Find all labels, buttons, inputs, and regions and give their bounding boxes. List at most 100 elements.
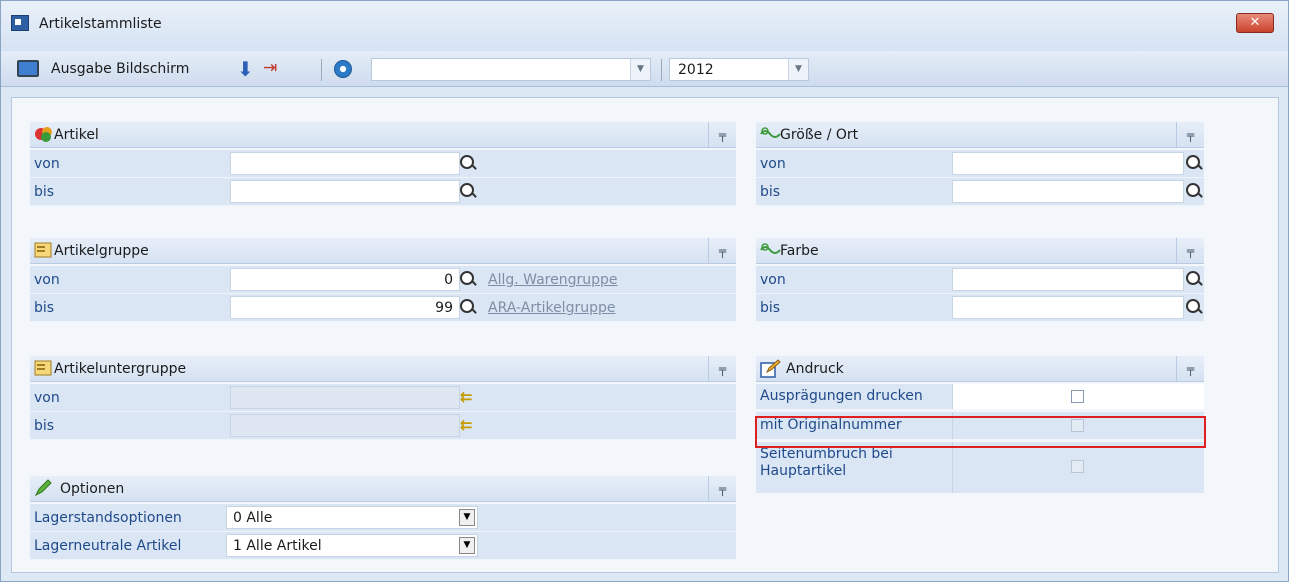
groesse-von-input[interactable] bbox=[952, 152, 1184, 175]
row-von: von bbox=[30, 150, 736, 178]
panel-header: Größe / Ort ╤ bbox=[756, 122, 1204, 148]
close-button[interactable]: ✕ bbox=[1236, 13, 1274, 33]
option-seitenumbruch: Seitenumbruch bei Hauptartikel bbox=[756, 442, 1204, 494]
seitenumbruch-checkbox[interactable] bbox=[1071, 460, 1084, 473]
panel-title: Artikelgruppe bbox=[54, 243, 149, 259]
output-target-button[interactable]: Ausgabe Bildschirm bbox=[51, 61, 189, 77]
year-combo-value: 2012 bbox=[678, 62, 714, 78]
auspraegungen-drucken-checkbox[interactable] bbox=[1071, 390, 1084, 403]
artikelgruppe-bis-input[interactable]: 99 bbox=[230, 296, 460, 319]
pin-icon[interactable]: ╤ bbox=[1176, 122, 1204, 148]
row-von: von bbox=[756, 266, 1204, 294]
search-icon[interactable] bbox=[1186, 271, 1200, 285]
toolbar-separator bbox=[321, 59, 322, 81]
panel-artikel: Artikel ╤ von bis bbox=[30, 122, 736, 208]
field-label: bis bbox=[760, 300, 781, 316]
search-icon[interactable] bbox=[1186, 299, 1200, 313]
row-bis: bis bbox=[756, 294, 1204, 322]
panel-header: Farbe ╤ bbox=[756, 238, 1204, 264]
field-label: bis bbox=[34, 300, 55, 316]
lagerneutrale-artikel-select[interactable]: 1 Alle Artikel ▼ bbox=[226, 534, 478, 557]
artikelgruppe-von-input[interactable]: 0 bbox=[230, 268, 460, 291]
pin-icon[interactable]: ╤ bbox=[708, 238, 736, 264]
filter-combo[interactable]: ▼ bbox=[371, 58, 651, 81]
year-combo[interactable]: 2012 ▼ bbox=[669, 58, 809, 81]
pin-icon[interactable]: ╤ bbox=[708, 122, 736, 148]
search-icon[interactable] bbox=[460, 299, 474, 313]
lagerstandsoptionen-select[interactable]: 0 Alle ▼ bbox=[226, 506, 478, 529]
chevron-down-icon[interactable]: ▼ bbox=[630, 59, 650, 80]
link-icon bbox=[760, 125, 781, 143]
field-label: bis bbox=[34, 184, 55, 200]
panel-header: Optionen ╤ bbox=[30, 476, 736, 502]
edit-icon bbox=[760, 359, 781, 378]
group-icon bbox=[34, 359, 54, 377]
panel-artikeluntergruppe: Artikeluntergruppe ╤ von ⇇ bis ⇇ bbox=[30, 356, 736, 442]
panel-title: Optionen bbox=[60, 481, 125, 497]
field-label: von bbox=[34, 156, 60, 172]
chevron-down-icon[interactable]: ▼ bbox=[788, 59, 808, 80]
exit-door-icon[interactable]: ⇥ bbox=[263, 58, 277, 78]
select-value: 1 Alle Artikel bbox=[233, 538, 322, 554]
field-label: von bbox=[34, 390, 60, 406]
panel-farbe: Farbe ╤ von bis bbox=[756, 238, 1204, 324]
search-icon[interactable] bbox=[1186, 155, 1200, 169]
farbe-bis-input[interactable] bbox=[952, 296, 1184, 319]
insert-arrow-icon[interactable]: ⇇ bbox=[460, 388, 473, 406]
row-von: von 0 Allg. Warengruppe bbox=[30, 266, 736, 294]
search-icon[interactable] bbox=[460, 271, 474, 285]
app-window-icon bbox=[11, 15, 29, 31]
row-bis: bis bbox=[756, 178, 1204, 206]
input-value: 99 bbox=[435, 300, 453, 316]
field-label: bis bbox=[34, 418, 55, 434]
panel-header: Artikeluntergruppe ╤ bbox=[30, 356, 736, 382]
artikeluntergruppe-von-input bbox=[230, 386, 460, 409]
farbe-von-input[interactable] bbox=[952, 268, 1184, 291]
group-name-link[interactable]: ARA-Artikelgruppe bbox=[488, 300, 615, 316]
pin-icon[interactable]: ╤ bbox=[708, 356, 736, 382]
row-von: von ⇇ bbox=[30, 384, 736, 412]
input-value: 0 bbox=[444, 272, 453, 288]
field-label: Lagerstandsoptionen bbox=[34, 510, 182, 526]
pin-icon[interactable]: ╤ bbox=[1176, 238, 1204, 264]
panel-header: Andruck ╤ bbox=[756, 356, 1204, 382]
row-bis: bis 99 ARA-Artikelgruppe bbox=[30, 294, 736, 322]
insert-arrow-icon[interactable]: ⇇ bbox=[460, 416, 473, 434]
search-icon[interactable] bbox=[460, 183, 474, 197]
artikel-von-input[interactable] bbox=[230, 152, 460, 175]
toolbar-separator bbox=[661, 59, 662, 81]
search-icon[interactable] bbox=[460, 155, 474, 169]
down-arrow-icon[interactable]: ⬇ bbox=[237, 57, 254, 81]
field-label: bis bbox=[760, 184, 781, 200]
group-icon bbox=[34, 241, 54, 259]
select-value: 0 Alle bbox=[233, 510, 273, 526]
panel-artikelgruppe: Artikelgruppe ╤ von 0 Allg. Warengruppe … bbox=[30, 238, 736, 324]
checkbox-cell bbox=[952, 384, 1204, 409]
search-icon[interactable] bbox=[1186, 183, 1200, 197]
panel-title: Größe / Ort bbox=[780, 127, 859, 143]
panel-title: Farbe bbox=[780, 243, 819, 259]
pin-icon[interactable]: ╤ bbox=[1176, 356, 1204, 382]
field-label: Lagerneutrale Artikel bbox=[34, 538, 182, 554]
option-label: Seitenumbruch bei Hauptartikel bbox=[760, 446, 893, 479]
panel-header: Artikel ╤ bbox=[30, 122, 736, 148]
option-auspraegungen-drucken: Ausprägungen drucken bbox=[756, 384, 1204, 410]
pin-icon[interactable]: ╤ bbox=[708, 476, 736, 502]
pencil-icon bbox=[34, 479, 54, 497]
chevron-down-icon[interactable]: ▼ bbox=[459, 509, 475, 526]
toolbar: Ausgabe Bildschirm ⬇ ⇥ ▼ 2012 ▼ bbox=[1, 51, 1288, 87]
checkbox-cell bbox=[952, 442, 1204, 493]
artikel-bis-input[interactable] bbox=[230, 180, 460, 203]
artikeluntergruppe-bis-input bbox=[230, 414, 460, 437]
panel-groesse-ort: Größe / Ort ╤ von bis bbox=[756, 122, 1204, 208]
chevron-down-icon[interactable]: ▼ bbox=[459, 537, 475, 554]
groesse-bis-input[interactable] bbox=[952, 180, 1184, 203]
group-name-link[interactable]: Allg. Warengruppe bbox=[488, 272, 618, 288]
panel-title: Andruck bbox=[786, 361, 844, 377]
option-label: Ausprägungen drucken bbox=[760, 388, 923, 404]
field-label: von bbox=[760, 272, 786, 288]
row-lagerneutrale-artikel: Lagerneutrale Artikel 1 Alle Artikel ▼ bbox=[30, 532, 736, 560]
monitor-icon[interactable] bbox=[17, 60, 39, 77]
main-window: Artikelstammliste ✕ Ausgabe Bildschirm ⬇… bbox=[0, 0, 1289, 582]
refresh-icon[interactable] bbox=[334, 60, 352, 78]
